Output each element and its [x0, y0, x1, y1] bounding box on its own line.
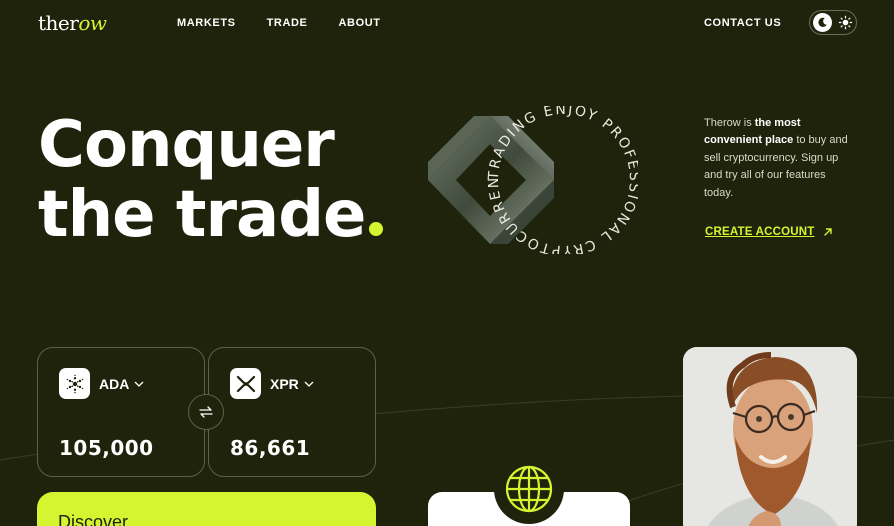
to-coin-card: XPR 86,661 — [208, 347, 376, 477]
theme-toggle[interactable] — [809, 10, 857, 35]
intro-is: is — [743, 117, 755, 129]
from-coin-symbol: ADA — [99, 376, 130, 392]
from-amount[interactable]: 105,000 — [59, 436, 154, 460]
nav-trade[interactable]: TRADE — [267, 17, 308, 29]
nav-about[interactable]: ABOUT — [338, 17, 380, 29]
xrp-icon — [230, 368, 261, 399]
swap-arrows-icon — [199, 406, 213, 418]
nav-markets[interactable]: MARKETS — [177, 17, 236, 29]
hero-title: Conquer the trade — [38, 108, 384, 252]
hero-title-line-2-text: the trade — [38, 178, 366, 252]
to-coin-selector[interactable]: XPR — [270, 376, 314, 392]
globe-badge — [494, 454, 564, 524]
globe-icon — [505, 465, 553, 513]
cardano-icon — [59, 368, 90, 399]
chevron-down-icon — [304, 381, 314, 387]
trading-emblem: TRADING ENJOY PROFESSIONAL CRYPTOCURRENC… — [424, 106, 638, 254]
intro-brand: Therow — [704, 117, 744, 129]
create-account-button[interactable]: CREATE ACCOUNT — [705, 226, 833, 238]
moon-icon — [813, 13, 832, 32]
main-nav: MARKETS TRADE ABOUT — [177, 17, 381, 29]
logo-text-accent: ow — [78, 11, 107, 35]
sun-icon — [838, 15, 853, 30]
discover-card[interactable]: Discover — [37, 492, 376, 526]
from-coin-card: ADA 105,000 — [37, 347, 205, 477]
hero-accent-dot — [369, 222, 384, 236]
hero-title-line-2: the trade — [38, 178, 384, 252]
hero-title-line-1: Conquer — [38, 108, 335, 182]
chevron-down-icon — [134, 381, 144, 387]
to-amount[interactable]: 86,661 — [230, 436, 310, 460]
arrow-up-right-icon — [823, 228, 832, 236]
to-coin-symbol: XPR — [270, 376, 299, 392]
swap-button[interactable] — [188, 394, 224, 430]
from-coin-selector[interactable]: ADA — [99, 376, 144, 392]
user-portrait — [683, 347, 857, 526]
contact-us-link[interactable]: CONTACT US — [704, 17, 781, 29]
discover-label: Discover — [58, 512, 129, 526]
create-account-label: CREATE ACCOUNT — [705, 226, 815, 238]
therow-logo[interactable]: therow — [38, 11, 107, 35]
logo-text: ther — [38, 11, 79, 35]
intro-paragraph: Therow is the most convenient place to b… — [704, 115, 854, 202]
